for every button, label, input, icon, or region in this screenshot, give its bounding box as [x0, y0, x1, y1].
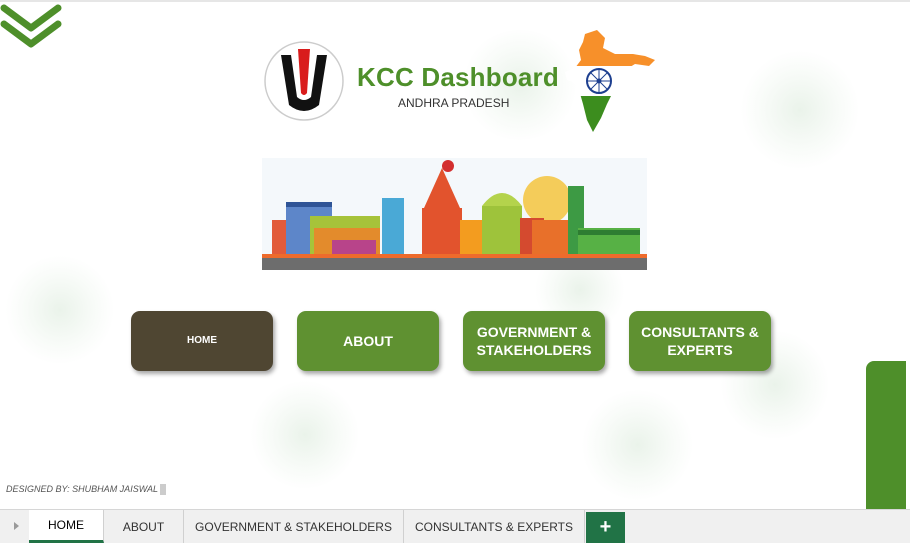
sheet-tab-bar: HOME ABOUT GOVERNMENT & STAKEHOLDERS CON…	[0, 509, 910, 543]
city-skyline-illustration	[262, 158, 647, 270]
home-button[interactable]: HOME	[131, 311, 273, 371]
dashboard-canvas: KCC Dashboard ANDHRA PRADESH HOME ABOUT …	[0, 0, 910, 543]
india-map-icon	[565, 30, 655, 132]
government-stakeholders-button[interactable]: GOVERNMENT & STAKEHOLDERS	[463, 311, 605, 371]
decorative-blob	[580, 390, 695, 500]
decorative-blob	[740, 50, 860, 170]
decorative-blob	[5, 255, 115, 365]
consultants-experts-button[interactable]: CONSULTANTS & EXPERTS	[629, 311, 771, 371]
designer-credit: DESIGNED BY: SHUBHAM JAISWAL	[6, 484, 167, 496]
top-border	[0, 0, 910, 2]
tilak-emblem-icon	[264, 41, 344, 121]
text-cursor	[160, 484, 167, 496]
decorative-blob	[250, 380, 360, 490]
page-title: KCC Dashboard	[357, 62, 559, 92]
add-sheet-button[interactable]: +	[586, 512, 625, 543]
tab-about[interactable]: ABOUT	[104, 510, 184, 543]
page-subtitle: ANDHRA PRADESH	[398, 96, 510, 110]
tab-government-stakeholders[interactable]: GOVERNMENT & STAKEHOLDERS	[184, 510, 404, 543]
chevron-down-icon[interactable]	[0, 2, 62, 52]
tab-consultants-experts[interactable]: CONSULTANTS & EXPERTS	[404, 510, 585, 543]
about-button[interactable]: ABOUT	[297, 311, 439, 371]
side-panel-tab[interactable]	[866, 361, 906, 511]
tab-home[interactable]: HOME	[29, 510, 104, 543]
designer-credit-text: DESIGNED BY: SHUBHAM JAISWAL	[6, 484, 159, 494]
scroll-left-icon[interactable]	[14, 522, 19, 530]
